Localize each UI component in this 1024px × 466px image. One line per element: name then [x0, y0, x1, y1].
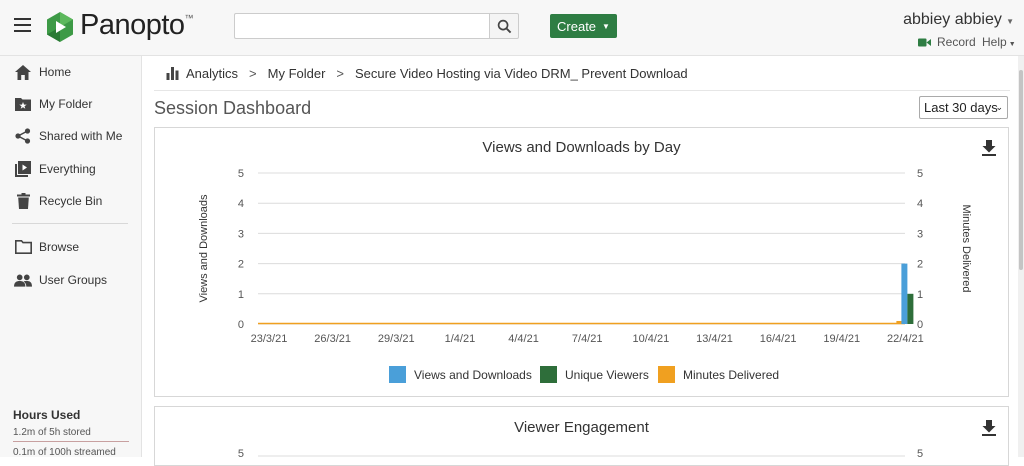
y-tick-label: 0	[238, 319, 244, 331]
sidebar-divider	[12, 223, 128, 224]
breadcrumb-divider	[154, 90, 1010, 91]
y2-tick-label: 5	[917, 168, 923, 180]
user-name: abbiey abbiey	[903, 11, 1002, 28]
sidebar-item-shared-with-me[interactable]: Shared with Me	[0, 123, 142, 149]
sidebar-item-recycle-bin[interactable]: Recycle Bin	[0, 188, 142, 214]
y2-tick-label: 0	[917, 319, 923, 331]
x-tick-label: 23/3/21	[251, 333, 288, 345]
legend-swatch	[389, 366, 406, 383]
x-tick-label: 16/4/21	[760, 333, 797, 345]
sidebar: Home My Folder Shared with Me Everything…	[0, 56, 142, 458]
y-tick-label: 2	[238, 259, 244, 271]
x-tick-label: 19/4/21	[823, 333, 860, 345]
x-tick-label: 26/3/21	[314, 333, 351, 345]
folder-star-icon	[14, 96, 32, 112]
help-label: Help	[982, 35, 1007, 49]
search-button[interactable]	[489, 13, 519, 39]
hours-stored-text: 1.2m of 5h stored	[13, 427, 91, 438]
scrollbar-thumb[interactable]	[1019, 70, 1023, 270]
sidebar-item-label: Browse	[39, 240, 80, 254]
analytics-bar-chart-icon	[166, 67, 179, 80]
y2-tick-label: 4	[917, 198, 923, 210]
sidebar-item-label: Shared with Me	[39, 129, 123, 143]
x-tick-label: 7/4/21	[572, 333, 603, 345]
y-tick-label: 3	[238, 228, 244, 240]
y-tick-label: 5	[238, 168, 244, 180]
legend-swatch	[540, 366, 557, 383]
y-tick-label: 4	[238, 198, 244, 210]
menu-icon[interactable]	[14, 18, 31, 32]
legend-label: Minutes Delivered	[683, 368, 779, 382]
y2-tick-label: 1	[917, 289, 923, 301]
date-range-select[interactable]: Last 30 days ⌄	[919, 96, 1008, 119]
create-button[interactable]: Create ▼	[550, 14, 617, 38]
user-menu[interactable]: abbiey abbiey ▼	[903, 11, 1014, 29]
page-title: Session Dashboard	[154, 98, 312, 118]
legend-swatch	[658, 366, 675, 383]
breadcrumb-separator-icon: >	[249, 66, 257, 81]
viewer-engagement-chart: 55	[238, 448, 923, 460]
users-icon	[14, 272, 32, 288]
help-menu[interactable]: Help ▼	[982, 35, 1016, 49]
sidebar-item-label: My Folder	[39, 97, 93, 111]
y2-tick-label: 3	[917, 228, 923, 240]
y-tick-label: 5	[238, 448, 244, 460]
chevron-down-icon: ▼	[602, 21, 610, 31]
hours-streamed-text: 0.1m of 100h streamed	[13, 447, 116, 458]
trash-icon	[14, 193, 32, 209]
breadcrumb-session[interactable]: Secure Video Hosting via Video DRM_ Prev…	[355, 66, 688, 81]
folder-icon	[14, 239, 32, 255]
record-button[interactable]: Record	[918, 35, 976, 49]
sidebar-item-label: User Groups	[39, 273, 108, 287]
bar-unique-viewers	[907, 293, 914, 324]
sidebar-item-browse[interactable]: Browse	[0, 234, 142, 260]
breadcrumb-analytics[interactable]: Analytics	[186, 66, 238, 81]
y2-tick-label: 2	[917, 259, 923, 271]
sidebar-item-user-groups[interactable]: User Groups	[0, 267, 142, 293]
x-tick-label: 13/4/21	[696, 333, 733, 345]
viewer-engagement-card: Viewer Engagement 55	[154, 406, 1009, 466]
breadcrumb: Analytics > My Folder > Secure Video Hos…	[166, 66, 688, 81]
top-header: Panopto™ Create ▼ abbiey abbiey ▼ Record …	[0, 0, 1024, 56]
legend-label: Views and Downloads	[414, 368, 532, 382]
breadcrumb-separator-icon: >	[336, 66, 345, 81]
x-tick-label: 4/4/21	[508, 333, 539, 345]
record-label: Record	[937, 35, 976, 49]
chevron-down-icon: ⌄	[995, 102, 1003, 112]
share-icon	[14, 128, 32, 144]
views-downloads-card: Views and Downloads by Day 001122334455V…	[154, 127, 1009, 397]
y-axis-label: Views and Downloads	[198, 194, 210, 303]
panopto-logo-icon[interactable]	[44, 11, 76, 43]
y-tick-label: 1	[238, 289, 244, 301]
video-camera-icon	[918, 38, 931, 46]
hours-usage-bar	[13, 441, 129, 442]
video-library-icon	[14, 161, 32, 177]
bar-views-downloads	[901, 263, 908, 324]
chevron-down-icon: ▼	[1003, 17, 1014, 26]
sidebar-item-label: Everything	[39, 162, 96, 176]
y2-tick-label: 5	[917, 448, 923, 460]
views-downloads-chart: 0 0 1 1 2 2 3 3 4 4 5 5 Views and Downloads Minutes D…	[198, 168, 972, 383]
y2-axis-label: Minutes Delivered	[960, 204, 972, 292]
sidebar-item-everything[interactable]: Everything	[0, 156, 142, 182]
sidebar-item-my-folder[interactable]: My Folder	[0, 91, 142, 117]
search-input[interactable]	[234, 13, 490, 39]
logo-text[interactable]: Panopto™	[80, 9, 194, 42]
search-icon	[497, 19, 512, 34]
x-tick-label: 10/4/21	[632, 333, 669, 345]
hours-used-title: Hours Used	[13, 408, 81, 422]
breadcrumb-my-folder[interactable]: My Folder	[268, 66, 326, 81]
date-range-value: Last 30 days	[924, 100, 998, 115]
x-tick-label: 1/4/21	[445, 333, 476, 345]
sidebar-item-label: Recycle Bin	[39, 194, 103, 208]
chevron-down-icon: ▼	[1008, 41, 1016, 48]
create-label: Create	[557, 18, 597, 34]
x-tick-label: 22/4/21	[887, 333, 924, 345]
x-tick-label: 29/3/21	[378, 333, 415, 345]
home-icon	[14, 64, 32, 80]
sidebar-item-home[interactable]: Home	[0, 59, 142, 85]
legend-label: Unique Viewers	[565, 368, 649, 382]
sidebar-item-label: Home	[39, 65, 72, 79]
